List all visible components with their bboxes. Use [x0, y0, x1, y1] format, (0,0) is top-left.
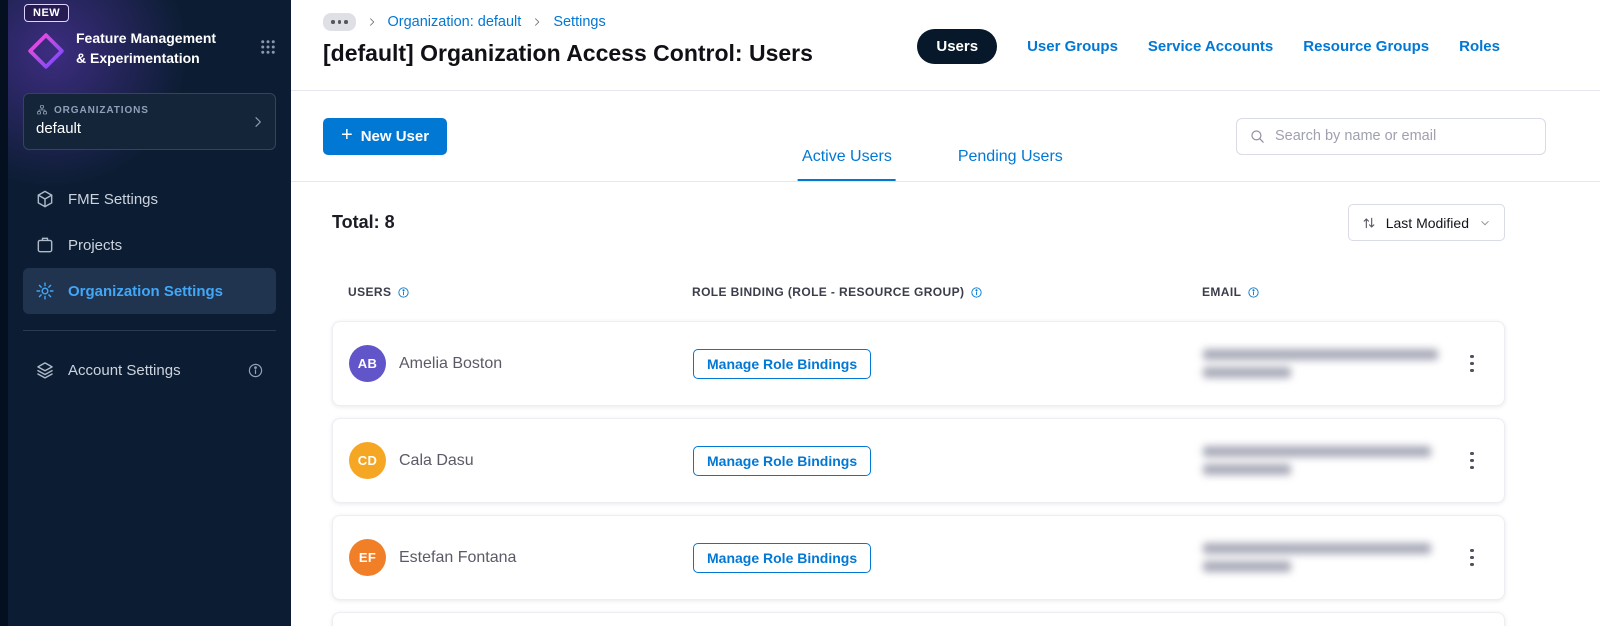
- manage-role-bindings-button[interactable]: Manage Role Bindings: [693, 542, 872, 573]
- user-state-tabs: Active Users Pending Users: [798, 148, 1067, 181]
- org-selector-caption: ORGANIZATIONS: [54, 104, 149, 116]
- tab-roles[interactable]: Roles: [1459, 38, 1500, 55]
- table-row-partial: [332, 612, 1505, 626]
- avatar: CD: [349, 442, 386, 479]
- apps-grid-icon[interactable]: [259, 38, 277, 61]
- tab-service-accounts[interactable]: Service Accounts: [1148, 38, 1273, 55]
- new-badge: NEW: [24, 4, 70, 22]
- email-redacted: [1203, 446, 1448, 475]
- row-menu-button[interactable]: [1456, 542, 1488, 574]
- info-icon[interactable]: [1247, 286, 1260, 299]
- user-cell: CD Cala Dasu: [349, 442, 693, 479]
- tab-users[interactable]: Users: [917, 29, 998, 64]
- info-icon[interactable]: [247, 362, 264, 379]
- tab-resource-groups[interactable]: Resource Groups: [1303, 38, 1429, 55]
- breadcrumb-ellipsis-button[interactable]: [323, 13, 356, 31]
- tab-user-groups[interactable]: User Groups: [1027, 38, 1118, 55]
- avatar: EF: [349, 539, 386, 576]
- plus-icon: +: [341, 124, 353, 146]
- column-header-email: EMAIL: [1202, 285, 1449, 299]
- user-name: Cala Dasu: [399, 451, 474, 469]
- main-content: Organization: default Settings [default]…: [291, 0, 1600, 626]
- sidebar-nav: FME Settings Projects Organization Setti…: [23, 176, 276, 314]
- sidebar-brand: Feature Management & Experimentation: [8, 22, 291, 71]
- fme-logo-icon: [26, 31, 66, 71]
- new-user-button-label: New User: [360, 127, 430, 145]
- layers-icon: [35, 360, 55, 380]
- access-control-tabs: Users User Groups Service Accounts Resou…: [917, 29, 1500, 64]
- column-header-role-binding: ROLE BINDING (ROLE - RESOURCE GROUP): [692, 285, 1202, 299]
- org-selector-label-row: ORGANIZATIONS: [36, 104, 245, 116]
- info-icon[interactable]: [970, 286, 983, 299]
- chevron-right-icon: [250, 114, 266, 130]
- projects-icon: [35, 235, 55, 255]
- sidebar-divider: [23, 330, 276, 331]
- organization-icon: [36, 104, 48, 116]
- table-header-row: USERS ROLE BINDING (ROLE - RESOURCE GROU…: [332, 285, 1505, 299]
- search-box[interactable]: [1236, 117, 1546, 155]
- page-title: [default] Organization Access Control: U…: [323, 39, 813, 66]
- row-menu-button[interactable]: [1456, 445, 1488, 477]
- toolbar: + New User Active Users Pending Users: [291, 91, 1600, 182]
- table-row: AB Amelia Boston Manage Role Bindings: [332, 321, 1505, 406]
- user-cell: AB Amelia Boston: [349, 345, 693, 382]
- manage-role-bindings-button[interactable]: Manage Role Bindings: [693, 445, 872, 476]
- column-header-users: USERS: [348, 285, 692, 299]
- org-selector[interactable]: ORGANIZATIONS default: [23, 93, 276, 150]
- manage-role-bindings-button[interactable]: Manage Role Bindings: [693, 348, 872, 379]
- tab-pending-users[interactable]: Pending Users: [954, 148, 1067, 181]
- user-name: Amelia Boston: [399, 354, 503, 372]
- breadcrumb: Organization: default Settings: [323, 13, 813, 31]
- sidebar-item-label: FME Settings: [68, 190, 159, 208]
- email-redacted: [1203, 543, 1448, 572]
- chevron-right-icon: [366, 16, 378, 28]
- sidebar-item-label: Account Settings: [68, 361, 181, 379]
- sort-arrows-icon: [1361, 215, 1377, 231]
- users-list: Total: 8 Last Modified USERS ROLE BINDIN…: [291, 182, 1600, 626]
- chevron-down-icon: [1478, 216, 1492, 230]
- breadcrumb-link-settings[interactable]: Settings: [553, 14, 605, 30]
- new-user-button[interactable]: + New User: [323, 117, 448, 155]
- list-top-bar: Total: 8 Last Modified: [332, 204, 1505, 241]
- sort-dropdown[interactable]: Last Modified: [1347, 204, 1505, 241]
- row-menu-button[interactable]: [1456, 348, 1488, 380]
- table-row: EF Estefan Fontana Manage Role Bindings: [332, 515, 1505, 600]
- org-selector-value: default: [36, 120, 82, 137]
- tab-active-users[interactable]: Active Users: [798, 148, 896, 181]
- total-count: Total: 8: [332, 212, 395, 232]
- search-icon: [1249, 128, 1266, 145]
- email-redacted: [1203, 349, 1448, 378]
- page-header: Organization: default Settings [default]…: [291, 0, 1600, 91]
- avatar: AB: [349, 345, 386, 382]
- role-binding-cell: Manage Role Bindings: [693, 348, 1203, 379]
- breadcrumb-link-organization[interactable]: Organization: default: [388, 14, 522, 30]
- gear-icon: [35, 281, 55, 301]
- chevron-right-icon: [531, 16, 543, 28]
- role-binding-cell: Manage Role Bindings: [693, 542, 1203, 573]
- app-title: Feature Management & Experimentation: [76, 30, 217, 67]
- user-cell: EF Estefan Fontana: [349, 539, 693, 576]
- fme-settings-icon: [35, 189, 55, 209]
- sidebar-item-account-settings[interactable]: Account Settings: [23, 347, 276, 393]
- left-edge-strip: [0, 0, 8, 626]
- sidebar-item-label: Projects: [68, 236, 123, 254]
- sort-value: Last Modified: [1385, 214, 1469, 231]
- sidebar: NEW Feature Management & Experimentation: [8, 0, 291, 626]
- search-input[interactable]: [1275, 128, 1533, 144]
- screen: NEW Feature Management & Experimentation: [0, 0, 1600, 626]
- sidebar-item-fme-settings[interactable]: FME Settings: [23, 176, 276, 222]
- user-name: Estefan Fontana: [399, 548, 517, 566]
- header-left: Organization: default Settings [default]…: [323, 13, 813, 67]
- table-row: CD Cala Dasu Manage Role Bindings: [332, 418, 1505, 503]
- role-binding-cell: Manage Role Bindings: [693, 445, 1203, 476]
- sidebar-item-label: Organization Settings: [68, 282, 224, 300]
- sidebar-item-organization-settings[interactable]: Organization Settings: [23, 268, 276, 314]
- info-icon[interactable]: [397, 286, 410, 299]
- sidebar-item-projects[interactable]: Projects: [23, 222, 276, 268]
